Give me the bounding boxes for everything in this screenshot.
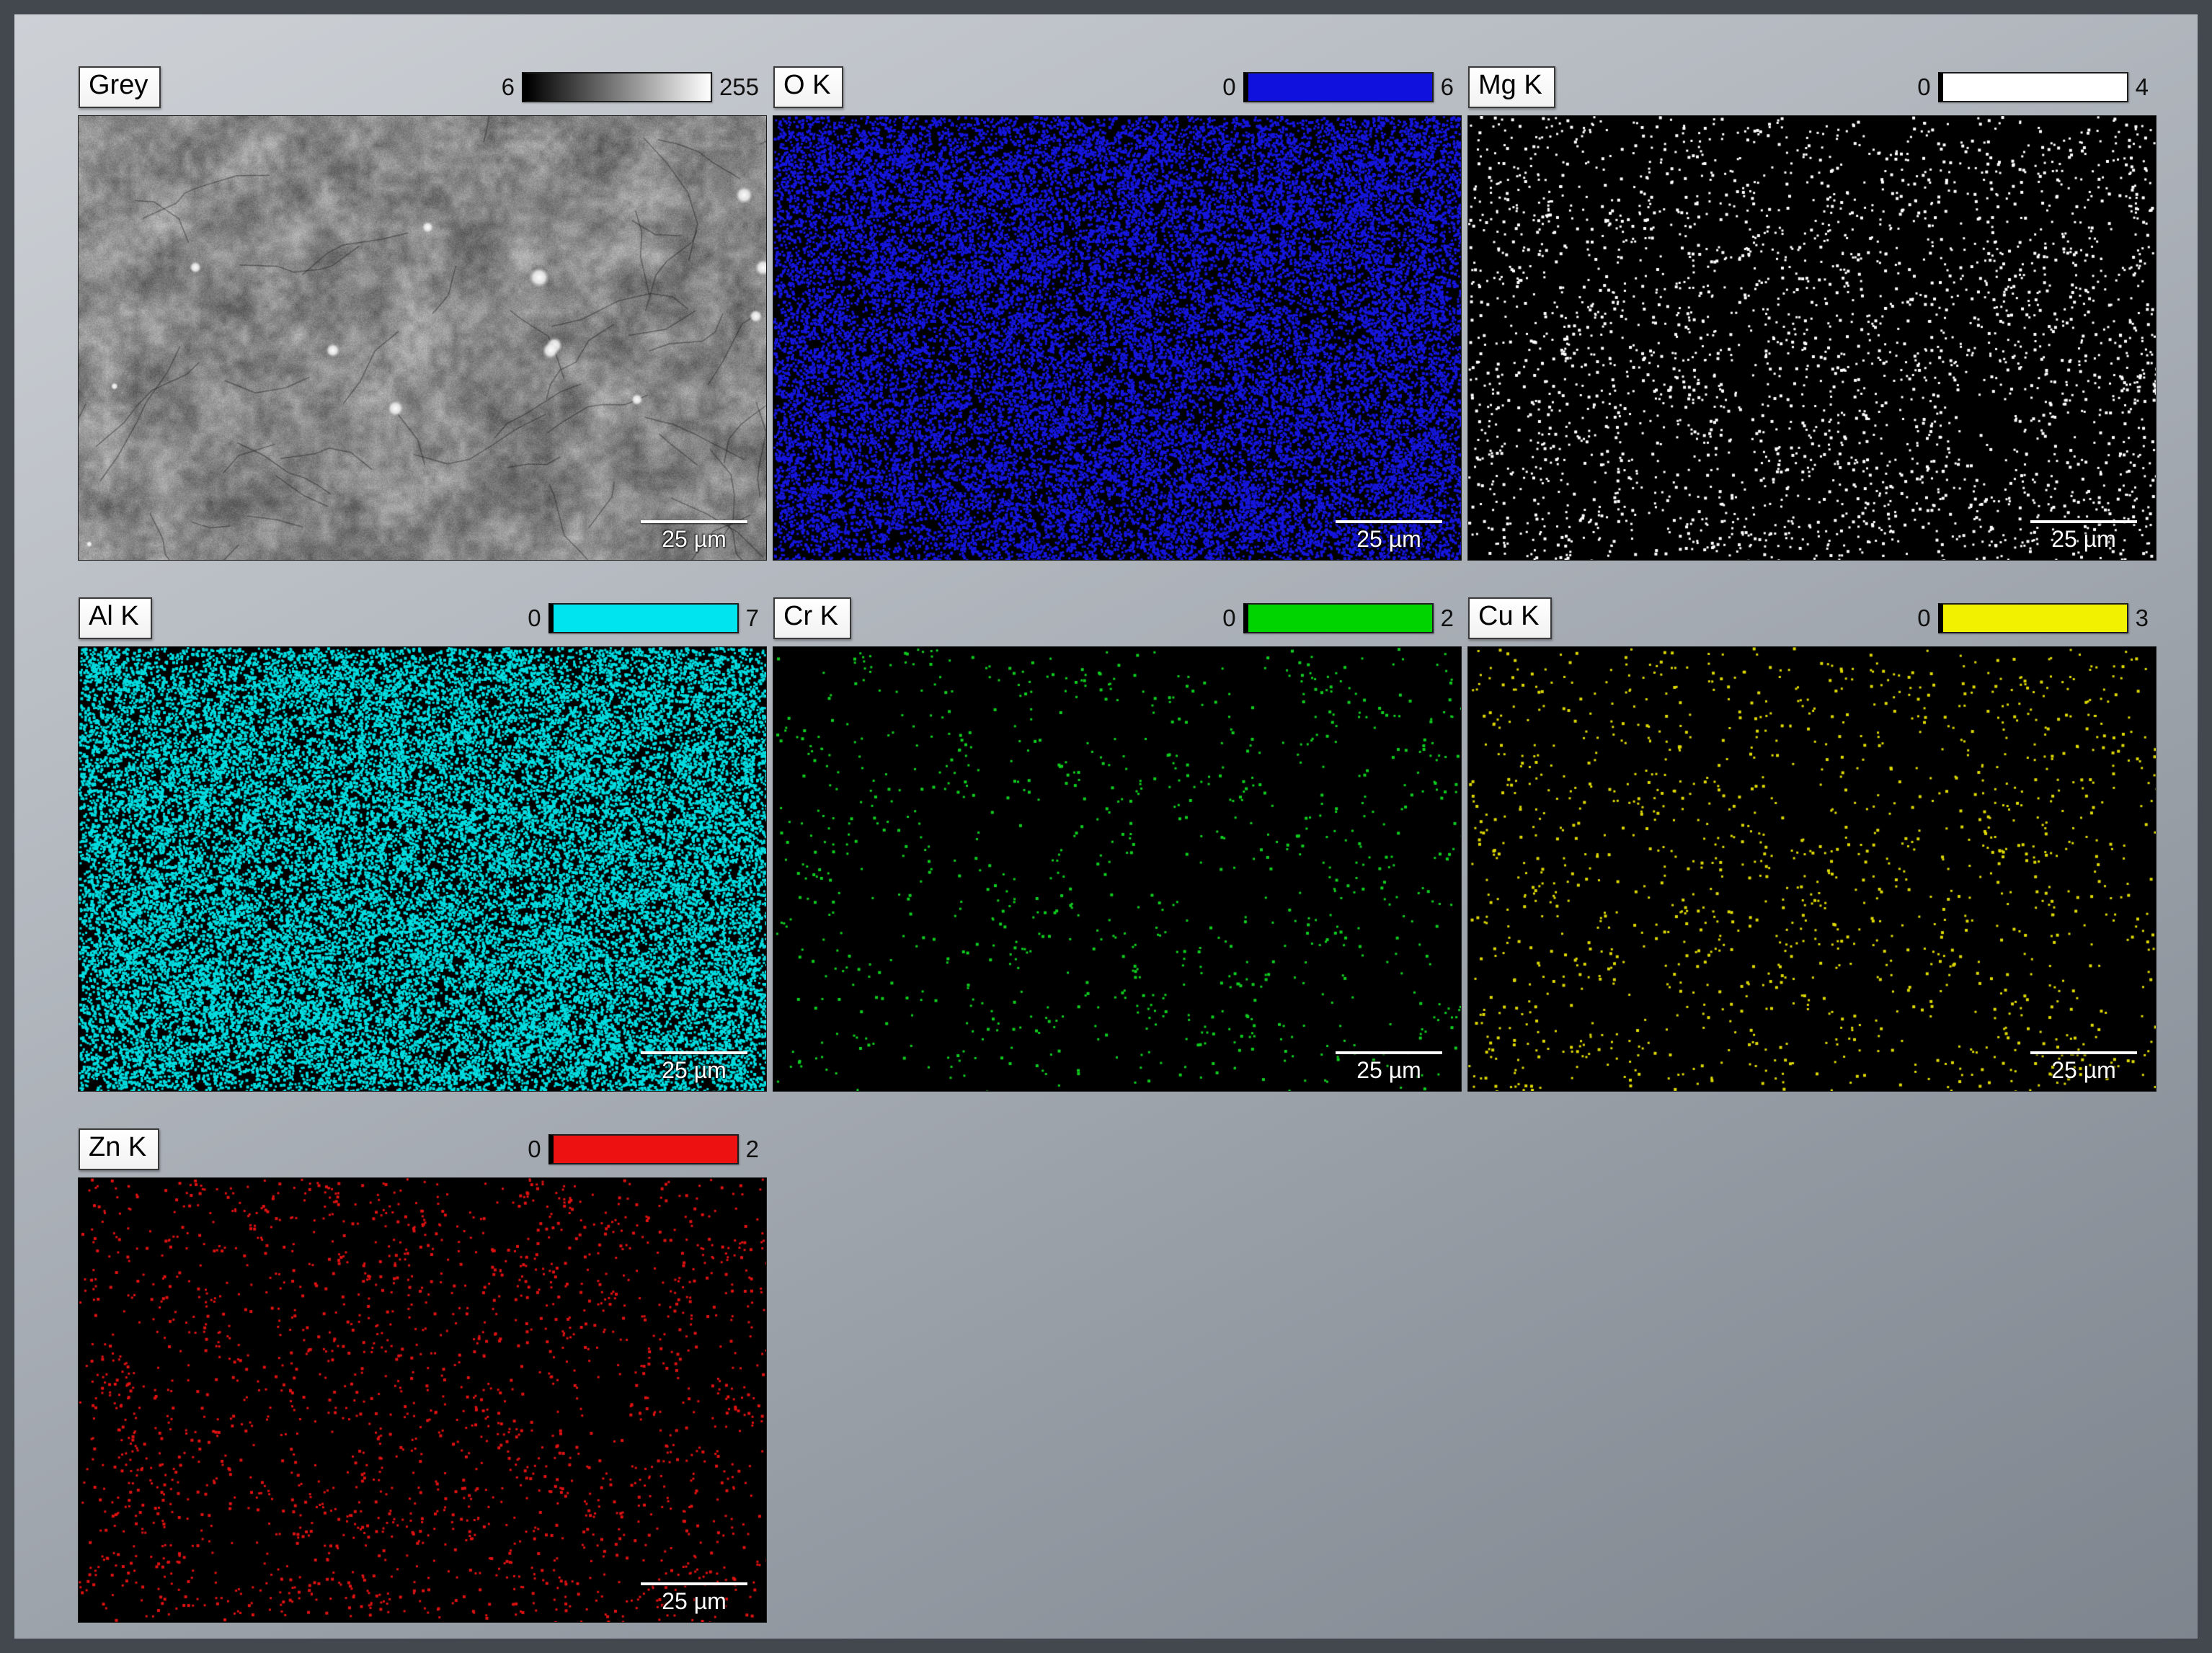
colorbar-max: 4 [2136,73,2149,101]
colorbar-min: 0 [1222,605,1235,632]
panel-header: Zn K 0 2 [79,1126,766,1172]
colorbar-max: 3 [2136,605,2149,632]
element-map: 25 µm [79,1178,766,1622]
zn-k-colorbar [548,1134,739,1164]
panel-header: Mg K 0 4 [1468,64,2156,110]
scale-bar: 25 µm [2030,520,2137,553]
panel-header: Cr K 0 2 [773,595,1461,641]
eds-map-montage-window: Grey 6 255 25 µm O K [0,0,2212,1653]
panel-zn-k: Zn K 0 2 25 µm [79,1126,766,1622]
colorbar-max: 2 [1441,605,1454,632]
scale-bar-line [641,520,747,523]
scale-bar: 25 µm [641,1051,747,1084]
panel-title: Al K [79,597,152,639]
colorbar-min: 6 [502,73,515,101]
scale-bar-label: 25 µm [641,1588,747,1615]
panel-grey: Grey 6 255 25 µm [79,64,766,560]
scale-bar-line [1336,1051,1442,1054]
panel-header: Grey 6 255 [79,64,766,110]
panel-title: Zn K [79,1128,159,1170]
scale-bar: 25 µm [1336,520,1442,553]
scale-bar: 25 µm [1336,1051,1442,1084]
mg-k-colorbar [1938,72,2128,102]
map-montage-content: Grey 6 255 25 µm O K [14,14,2198,1622]
colorbar-max: 6 [1441,73,1454,101]
element-map: 25 µm [79,647,766,1091]
element-map-canvas [79,1178,766,1622]
scale-bar: 25 µm [2030,1051,2137,1084]
scale-bar-label: 25 µm [2030,526,2137,553]
element-map-canvas [773,647,1461,1091]
cu-k-colorbar [1938,603,2128,633]
colorbar-max: 2 [746,1136,759,1163]
scale-bar-label: 25 µm [1336,526,1442,553]
colorbar-min: 0 [528,605,541,632]
scale-bar-label: 25 µm [2030,1057,2137,1084]
panel-header: O K 0 6 [773,64,1461,110]
colorbar-max: 7 [746,605,759,632]
cr-k-colorbar [1243,603,1434,633]
panel-header: Cu K 0 3 [1468,595,2156,641]
scale-bar-label: 25 µm [641,526,747,553]
scale-bar-line [1336,520,1442,523]
sem-image-canvas [79,116,766,560]
element-map-canvas [773,116,1461,560]
panel-title: Mg K [1468,66,1555,108]
element-map-canvas [79,647,766,1091]
element-map: 25 µm [773,116,1461,560]
panel-cr-k: Cr K 0 2 25 µm [773,595,1461,1091]
panel-title: Grey [79,66,161,108]
al-k-colorbar [548,603,739,633]
scale-bar-line [641,1582,747,1585]
o-k-colorbar [1243,72,1434,102]
scale-bar-line [2030,520,2137,523]
scale-bar-line [641,1051,747,1054]
colorbar-max: 255 [719,73,759,101]
panel-title: Cr K [773,597,851,639]
panel-mg-k: Mg K 0 4 25 µm [1468,64,2156,560]
element-map: 25 µm [1468,647,2156,1091]
scale-bar-line [2030,1051,2137,1054]
scale-bar: 25 µm [641,520,747,553]
scale-bar-label: 25 µm [1336,1057,1442,1084]
colorbar-min: 0 [1222,73,1235,101]
colorbar-min: 0 [1917,73,1930,101]
scale-bar-label: 25 µm [641,1057,747,1084]
map-grid: Grey 6 255 25 µm O K [79,64,2198,1622]
panel-o-k: O K 0 6 25 µm [773,64,1461,560]
element-map: 25 µm [1468,116,2156,560]
panel-cu-k: Cu K 0 3 25 µm [1468,595,2156,1091]
panel-al-k: Al K 0 7 25 µm [79,595,766,1091]
colorbar-min: 0 [1917,605,1930,632]
panel-title: O K [773,66,843,108]
element-map-canvas [1468,116,2156,560]
scale-bar: 25 µm [641,1582,747,1615]
element-map: 25 µm [773,647,1461,1091]
panel-header: Al K 0 7 [79,595,766,641]
colorbar-min: 0 [528,1136,541,1163]
panel-title: Cu K [1468,597,1552,639]
element-map-canvas [1468,647,2156,1091]
grey-colorbar [522,72,712,102]
sem-image: 25 µm [79,116,766,560]
